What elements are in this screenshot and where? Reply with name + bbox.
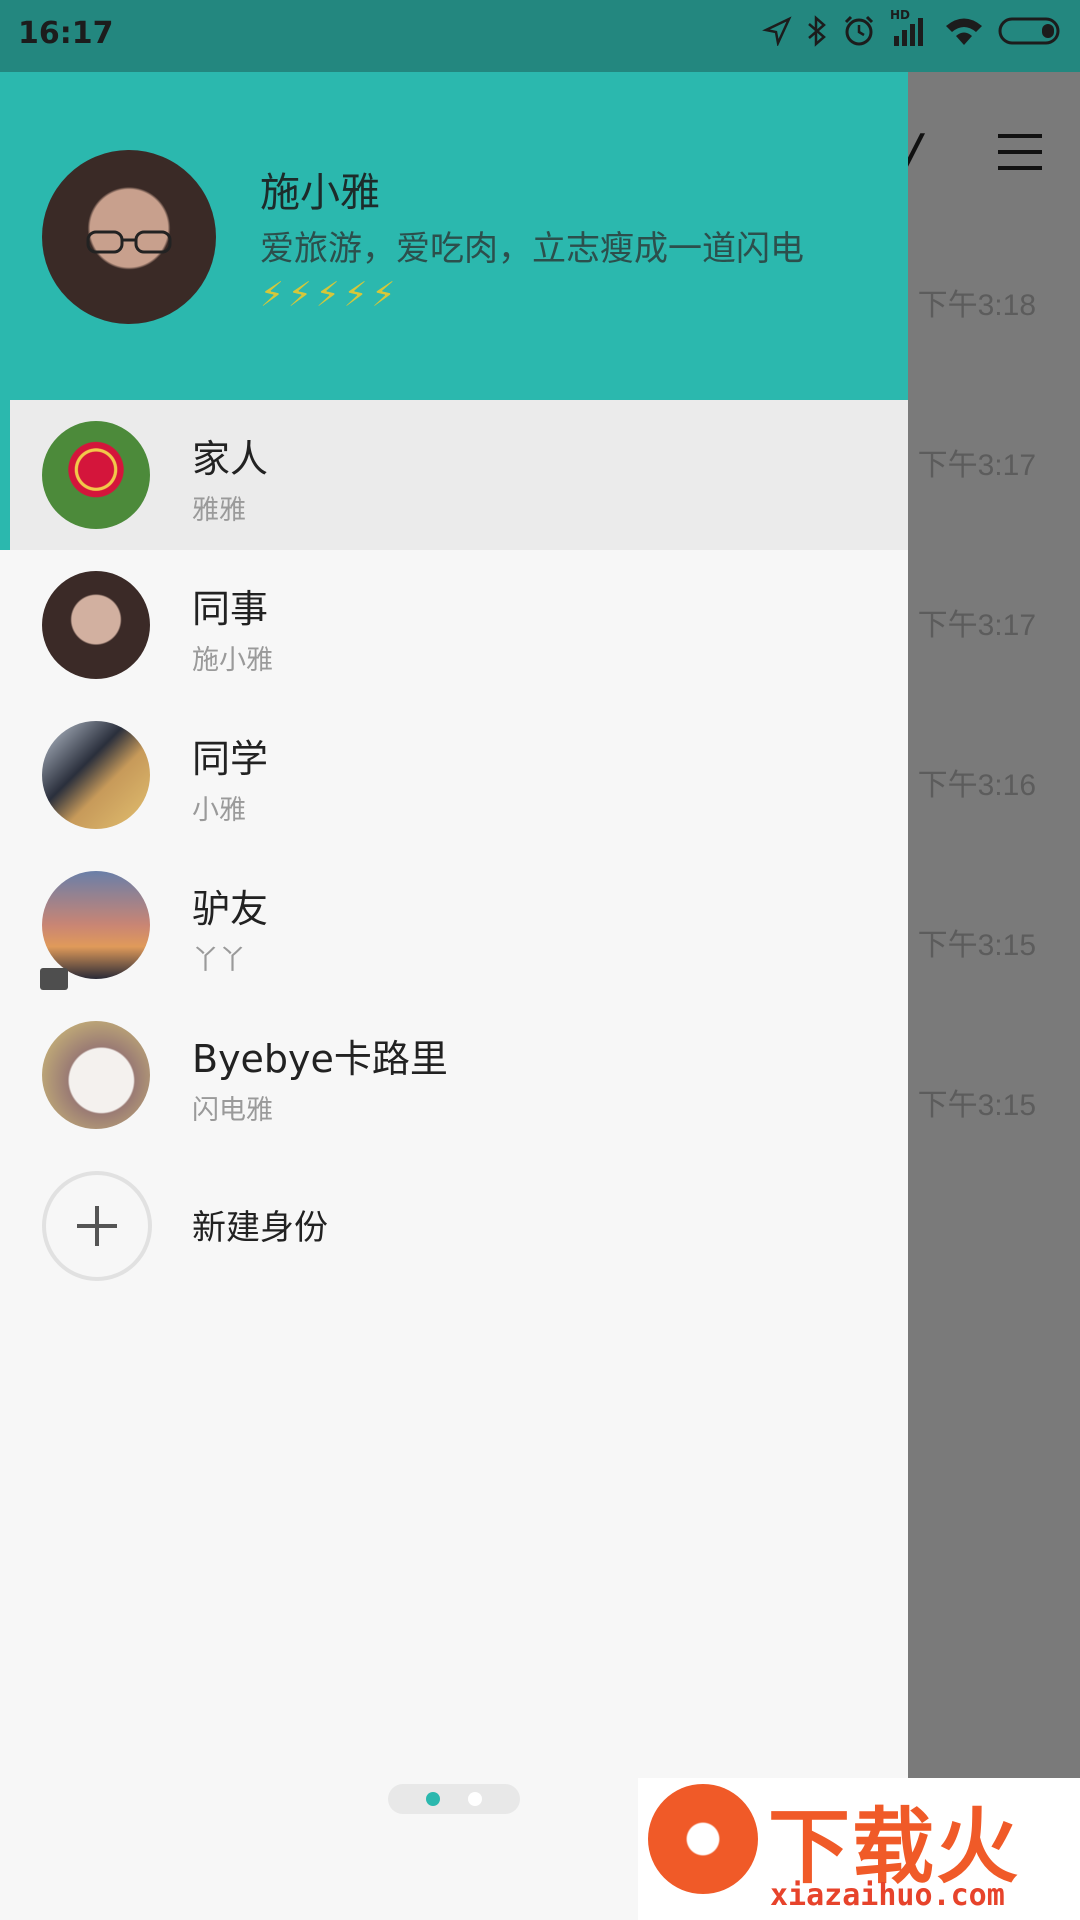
- battery-icon: [998, 16, 1062, 50]
- page-indicator: [388, 1784, 520, 1814]
- page-dot-active: [426, 1792, 440, 1806]
- hd-signal-icon: HD: [890, 8, 930, 52]
- profile-avatar[interactable]: [42, 150, 216, 324]
- identity-name: 家人: [192, 437, 269, 481]
- download-logo-icon: [648, 1784, 758, 1894]
- profile-name: 施小雅: [260, 170, 380, 216]
- new-identity-button[interactable]: 新建身份: [0, 1150, 908, 1300]
- lightning-icons: ⚡⚡⚡⚡⚡: [260, 275, 400, 315]
- new-identity-label: 新建身份: [192, 1208, 328, 1248]
- alarm-icon: [842, 14, 876, 52]
- status-time: 16:17: [18, 16, 114, 51]
- identity-name: Byebye卡路里: [192, 1037, 448, 1081]
- chat-time: 下午3:17: [917, 609, 1036, 642]
- avatar: [42, 871, 150, 979]
- identity-nickname: 雅雅: [192, 495, 246, 526]
- identity-item-family[interactable]: 家人 雅雅: [0, 400, 908, 550]
- chat-time: 下午3:16: [917, 769, 1036, 802]
- watermark-url: xiazaihuo.com: [770, 1878, 1005, 1913]
- status-icons: HD: [762, 8, 1062, 52]
- profile-header[interactable]: 施小雅 爱旅游，爱吃肉，立志瘦成一道闪电 ⚡⚡⚡⚡⚡: [0, 72, 908, 400]
- identity-nickname: 小雅: [192, 795, 246, 826]
- profile-bio-text: 爱旅游，爱吃肉，立志瘦成一道闪电: [260, 229, 804, 269]
- identity-name: 同学: [192, 737, 269, 781]
- identity-item-colleague[interactable]: 同事 施小雅: [0, 550, 908, 700]
- identity-name: 同事: [192, 587, 269, 631]
- identity-nickname: 施小雅: [192, 645, 273, 676]
- avatar: [42, 571, 150, 679]
- identity-item-travel-buddy[interactable]: 驴友 丫丫: [0, 850, 908, 1000]
- identity-nickname: 闪电雅: [192, 1095, 273, 1126]
- camera-icon: [40, 968, 68, 990]
- identity-nickname: 丫丫: [192, 945, 246, 976]
- menu-icon[interactable]: [998, 134, 1042, 170]
- page-dot: [468, 1792, 482, 1806]
- wifi-icon: [944, 15, 984, 51]
- plus-icon: [42, 1171, 152, 1281]
- identity-drawer: 施小雅 爱旅游，爱吃肉，立志瘦成一道闪电 ⚡⚡⚡⚡⚡ 家人 雅雅 同事 施小雅 …: [0, 72, 908, 1920]
- chat-time: 下午3:18: [917, 289, 1036, 322]
- chat-time: 下午3:15: [917, 1089, 1036, 1122]
- bluetooth-icon: [806, 15, 828, 51]
- profile-bio: 爱旅游，爱吃肉，立志瘦成一道闪电 ⚡⚡⚡⚡⚡: [260, 226, 880, 318]
- identity-list: 家人 雅雅 同事 施小雅 同学 小雅 驴友 丫丫 Byebye卡路里 闪电雅 新…: [0, 400, 908, 1300]
- watermark: 下载火 xiazaihuo.com: [638, 1778, 1080, 1920]
- chat-time: 下午3:15: [917, 929, 1036, 962]
- avatar: [42, 721, 150, 829]
- identity-item-classmate[interactable]: 同学 小雅: [0, 700, 908, 850]
- chat-time: 下午3:17: [917, 449, 1036, 482]
- avatar: [42, 1021, 150, 1129]
- hd-label: HD: [890, 8, 911, 22]
- glasses-icon: [86, 230, 172, 254]
- location-icon: [762, 16, 792, 50]
- status-bar: 16:17 HD: [0, 0, 1080, 72]
- identity-name: 驴友: [192, 887, 269, 931]
- identity-item-byebye-calories[interactable]: Byebye卡路里 闪电雅: [0, 1000, 908, 1150]
- avatar: [42, 421, 150, 529]
